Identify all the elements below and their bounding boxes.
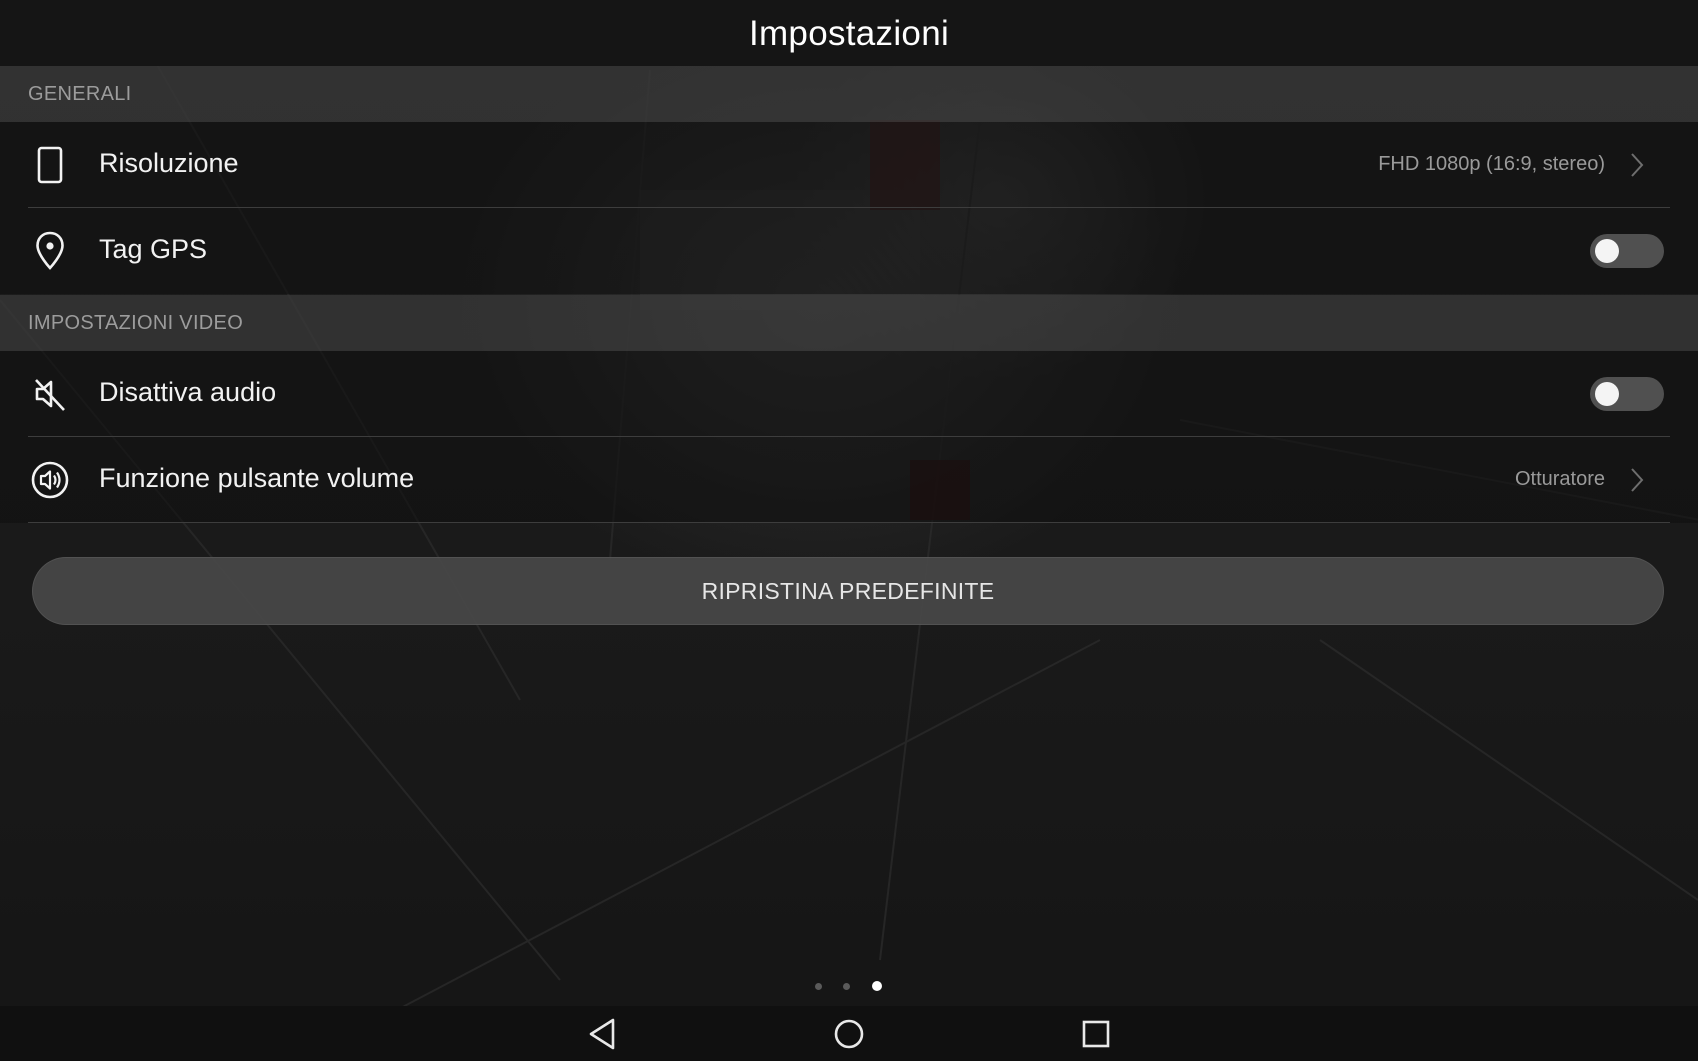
section-title: IMPOSTAZIONI VIDEO: [28, 312, 244, 334]
setting-row-resolution[interactable]: Risoluzione FHD 1080p (16:9, stereo): [0, 122, 1698, 208]
setting-row-gps-tag[interactable]: Tag GPS: [0, 208, 1698, 294]
section-title: GENERALI: [28, 83, 132, 105]
page-dot[interactable]: [815, 983, 822, 990]
recents-icon[interactable]: [1076, 1014, 1116, 1054]
mute-audio-toggle[interactable]: [1590, 377, 1664, 411]
setting-row-mute-audio[interactable]: Disattiva audio: [0, 351, 1698, 437]
home-icon[interactable]: [829, 1014, 869, 1054]
section-header-generali: GENERALI: [0, 66, 1698, 122]
navigation-bar: [0, 1006, 1698, 1061]
location-pin-icon: [36, 231, 64, 270]
toggle-knob: [1595, 382, 1619, 406]
toggle-knob: [1595, 239, 1619, 263]
section-header-video: IMPOSTAZIONI VIDEO: [0, 295, 1698, 351]
setting-label: Funzione pulsante volume: [99, 463, 415, 493]
reset-defaults-button[interactable]: RIPRISTINA PREDEFINITE: [32, 557, 1664, 625]
top-bar: Impostazioni: [0, 0, 1698, 66]
page-indicator: [0, 981, 1698, 993]
mute-icon: [35, 379, 65, 411]
setting-value: Otturatore: [1514, 468, 1605, 490]
phone-icon: [37, 146, 63, 184]
settings-screen: Impostazioni GENERALI Risoluzione FHD 10…: [0, 0, 1698, 1061]
chevron-right-icon: [1631, 468, 1644, 492]
setting-value: FHD 1080p (16:9, stereo): [1378, 153, 1605, 175]
page-dot[interactable]: [843, 983, 850, 990]
back-icon[interactable]: [583, 1014, 623, 1054]
setting-row-volume-button[interactable]: Funzione pulsante volume Otturatore: [0, 437, 1698, 523]
setting-label: Tag GPS: [99, 234, 208, 264]
setting-label: Risoluzione: [99, 148, 239, 178]
volume-icon: [31, 461, 69, 499]
chevron-right-icon: [1631, 153, 1644, 177]
gps-tag-toggle[interactable]: [1590, 234, 1664, 268]
page-title: Impostazioni: [748, 14, 950, 53]
page-dot-active[interactable]: [872, 981, 882, 991]
divider: [28, 522, 1670, 523]
setting-label: Disattiva audio: [99, 377, 277, 407]
